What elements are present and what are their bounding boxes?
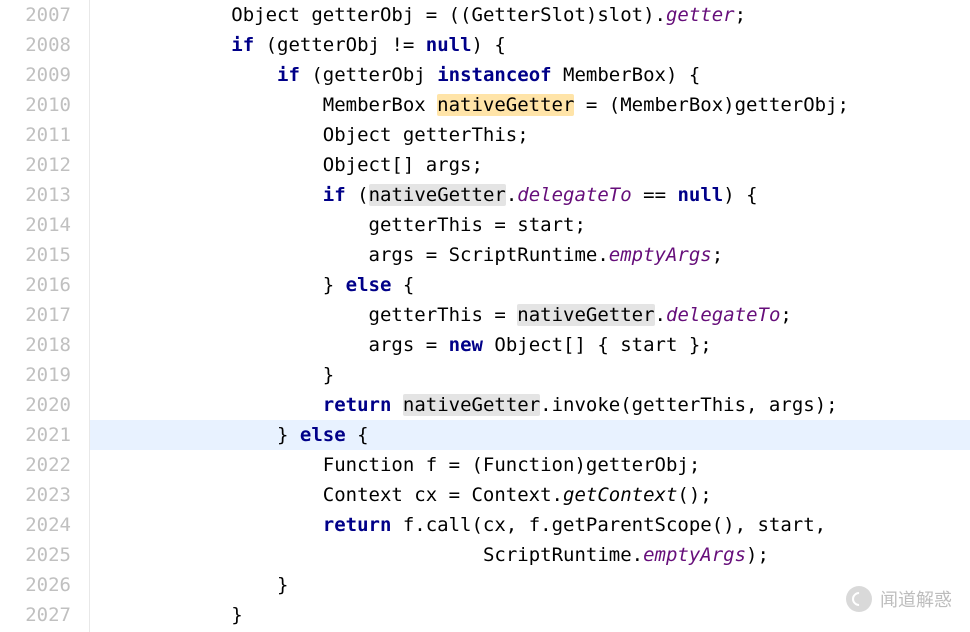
token-hl-use: nativeGetter	[369, 184, 506, 206]
token-stat: getContext	[563, 484, 677, 506]
token-fld: emptyArgs	[643, 544, 746, 566]
line-number: 2023	[0, 480, 71, 510]
line-number: 2014	[0, 210, 71, 240]
code-line[interactable]: }	[94, 360, 970, 390]
token-fld: getter	[666, 4, 735, 26]
code-line[interactable]: MemberBox nativeGetter = (MemberBox)gett…	[94, 90, 970, 120]
code-line[interactable]: }	[94, 600, 970, 630]
code-line[interactable]: Context cx = Context.getContext();	[94, 480, 970, 510]
code-line[interactable]: return f.call(cx, f.getParentScope(), st…	[94, 510, 970, 540]
token-hl-def: nativeGetter	[437, 94, 574, 116]
line-number-gutter: 2007200820092010201120122013201420152016…	[0, 0, 90, 632]
token-kw: if	[277, 64, 300, 86]
line-number: 2012	[0, 150, 71, 180]
watermark: 闻道解惑	[846, 586, 952, 612]
line-number: 2021	[0, 420, 71, 450]
line-number: 2019	[0, 360, 71, 390]
code-line[interactable]: Object[] args;	[94, 150, 970, 180]
line-number: 2022	[0, 450, 71, 480]
watermark-text: 闻道解惑	[880, 586, 952, 612]
line-number: 2024	[0, 510, 71, 540]
code-line[interactable]: } else {	[94, 270, 970, 300]
code-line[interactable]: getterThis = start;	[94, 210, 970, 240]
code-line[interactable]: Object getterThis;	[94, 120, 970, 150]
code-line[interactable]: if (nativeGetter.delegateTo == null) {	[94, 180, 970, 210]
code-line[interactable]: getterThis = nativeGetter.delegateTo;	[94, 300, 970, 330]
token-hl-use: nativeGetter	[517, 304, 654, 326]
token-kw: return	[323, 394, 392, 416]
token-kw: else	[300, 424, 346, 446]
code-line[interactable]: ScriptRuntime.emptyArgs);	[94, 540, 970, 570]
line-number: 2013	[0, 180, 71, 210]
line-number: 2027	[0, 600, 71, 630]
code-line[interactable]: }	[94, 570, 970, 600]
line-number: 2025	[0, 540, 71, 570]
code-line[interactable]: if (getterObj instanceof MemberBox) {	[94, 60, 970, 90]
token-fld: delegateTo	[517, 184, 631, 206]
token-kw: null	[677, 184, 723, 206]
line-number: 2008	[0, 30, 71, 60]
wechat-icon	[846, 586, 872, 612]
line-number: 2018	[0, 330, 71, 360]
token-kw: return	[323, 514, 392, 536]
code-line[interactable]: return nativeGetter.invoke(getterThis, a…	[94, 390, 970, 420]
line-number: 2009	[0, 60, 71, 90]
token-kw: if	[231, 34, 254, 56]
token-kw: null	[426, 34, 472, 56]
code-line[interactable]: Object getterObj = ((GetterSlot)slot).ge…	[94, 0, 970, 30]
token-kw: instanceof	[437, 64, 551, 86]
line-number: 2015	[0, 240, 71, 270]
code-editor[interactable]: 2007200820092010201120122013201420152016…	[0, 0, 970, 632]
line-number: 2011	[0, 120, 71, 150]
line-number: 2016	[0, 270, 71, 300]
code-line[interactable]: if (getterObj != null) {	[94, 30, 970, 60]
line-number: 2017	[0, 300, 71, 330]
token-hl-use: nativeGetter	[403, 394, 540, 416]
code-line[interactable]: args = ScriptRuntime.emptyArgs;	[94, 240, 970, 270]
code-line[interactable]: Function f = (Function)getterObj;	[94, 450, 970, 480]
line-number: 2026	[0, 570, 71, 600]
token-fld: emptyArgs	[609, 244, 712, 266]
token-fld: delegateTo	[666, 304, 780, 326]
token-kw: new	[449, 334, 483, 356]
code-line[interactable]: } else {	[90, 420, 970, 450]
code-line[interactable]: args = new Object[] { start };	[94, 330, 970, 360]
token-kw: else	[346, 274, 392, 296]
code-area[interactable]: Object getterObj = ((GetterSlot)slot).ge…	[90, 0, 970, 632]
line-number: 2010	[0, 90, 71, 120]
line-number: 2007	[0, 0, 71, 30]
token-kw: if	[323, 184, 346, 206]
line-number: 2020	[0, 390, 71, 420]
